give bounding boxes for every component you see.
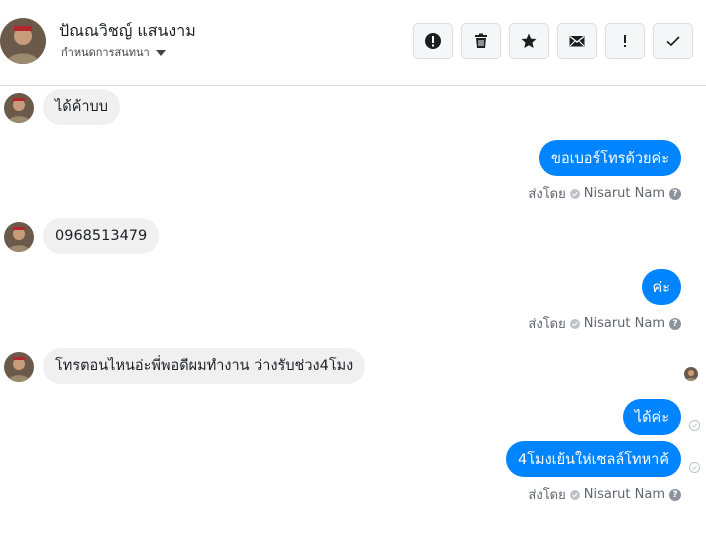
sender-name[interactable]: Nisarut Nam	[584, 316, 665, 331]
mark-spam-button[interactable]	[413, 23, 453, 59]
star-button[interactable]	[509, 23, 549, 59]
conversation-settings-label: กำหนดการสนทนา	[61, 46, 150, 59]
incoming-message[interactable]: โทรตอนไหนอ่ะพี่พอดีผมทำงาน ว่างรับช่วง4โ…	[43, 348, 366, 384]
caret-down-icon	[155, 49, 166, 56]
contact-avatar-small[interactable]	[4, 352, 34, 382]
conversation-header: ปัณณวิชญ์ แสนงาม กำหนดการสนทนา	[0, 0, 706, 86]
sent-by-info: ส่งโดย Nisarut Nam ?	[528, 313, 681, 334]
contact-avatar[interactable]	[0, 18, 46, 64]
sent-by-label: ส่งโดย	[528, 187, 566, 202]
contact-avatar-small[interactable]	[4, 93, 34, 123]
contact-avatar-small[interactable]	[4, 222, 34, 252]
help-icon[interactable]: ?	[669, 317, 681, 330]
verified-icon	[569, 489, 580, 500]
alert-circle-icon	[425, 33, 441, 49]
check-icon	[666, 36, 680, 47]
trash-icon	[475, 33, 487, 48]
outgoing-message[interactable]: ได้ค่ะ	[622, 399, 681, 435]
outgoing-message[interactable]: ค่ะ	[641, 269, 681, 305]
outgoing-message[interactable]: 4โมงเย้นให่เซลล์โทหาค้	[506, 441, 681, 477]
sent-by-label: ส่งโดย	[528, 488, 566, 503]
conversation-toolbar	[413, 23, 693, 59]
verified-icon	[569, 318, 580, 329]
seen-by-avatar	[684, 367, 698, 381]
mark-important-button[interactable]	[605, 23, 645, 59]
delete-button[interactable]	[461, 23, 501, 59]
delivered-check-icon	[689, 462, 700, 473]
sender-name[interactable]: Nisarut Nam	[584, 487, 665, 502]
incoming-message[interactable]: ได้ค้าบบ	[43, 89, 120, 125]
incoming-message[interactable]: 0968513479	[43, 218, 160, 254]
mark-done-button[interactable]	[653, 23, 693, 59]
envelope-icon	[569, 35, 585, 47]
star-icon	[521, 33, 537, 48]
help-icon[interactable]: ?	[669, 488, 681, 501]
sent-by-label: ส่งโดย	[528, 317, 566, 332]
sent-by-info: ส่งโดย Nisarut Nam ?	[528, 183, 681, 204]
exclamation-icon	[624, 35, 626, 47]
verified-icon	[569, 188, 580, 199]
help-icon[interactable]: ?	[669, 187, 681, 200]
sent-by-info: ส่งโดย Nisarut Nam ?	[528, 484, 681, 505]
outgoing-message[interactable]: ขอเบอร์โทรด้วยค่ะ	[539, 140, 681, 176]
sender-name[interactable]: Nisarut Nam	[584, 186, 665, 201]
contact-name[interactable]: ปัณณวิชญ์ แสนงาม	[59, 19, 196, 44]
conversation-settings-dropdown[interactable]: กำหนดการสนทนา	[61, 43, 166, 61]
delivered-check-icon	[689, 420, 700, 431]
mark-unread-button[interactable]	[557, 23, 597, 59]
